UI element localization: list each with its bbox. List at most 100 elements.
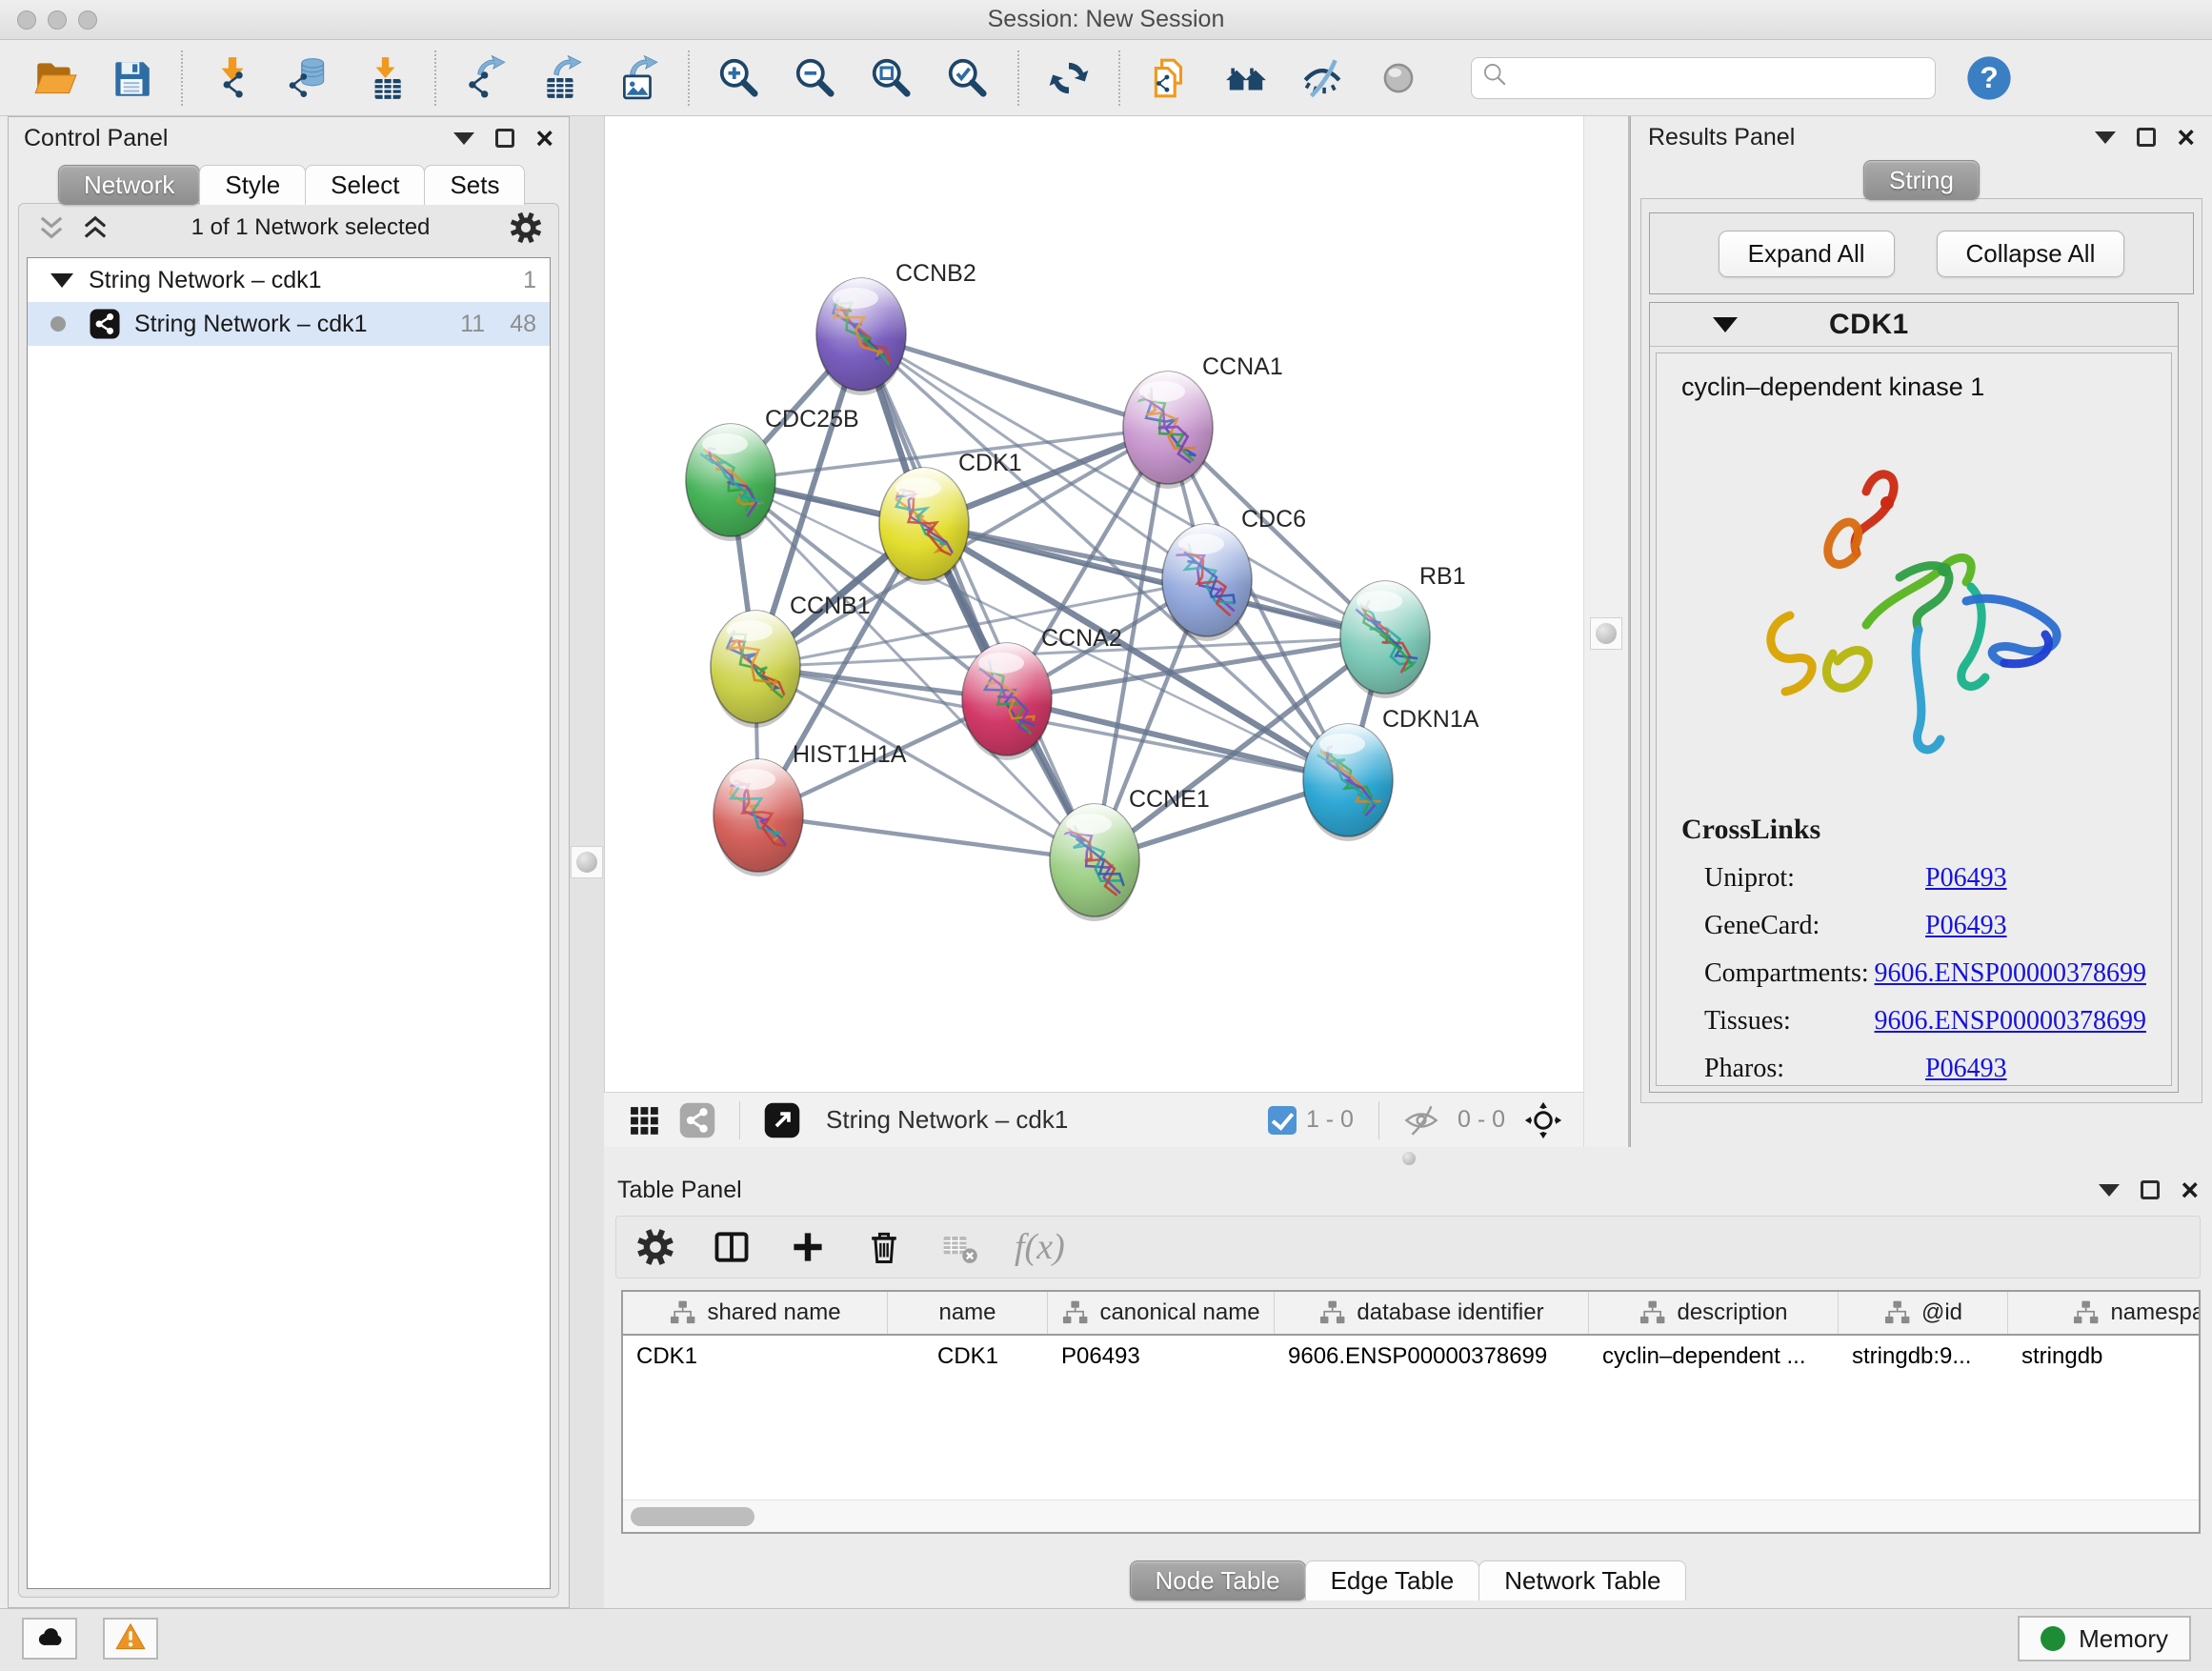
help-icon[interactable]: ? [1964,53,2014,103]
float-panel-icon[interactable] [2141,1180,2160,1199]
home-network-icon[interactable] [1221,53,1271,103]
warnings-button[interactable] [103,1618,158,1660]
zoom-in-icon[interactable] [714,53,764,103]
close-panel-icon[interactable]: × [535,129,553,148]
horizontal-splitter-handle[interactable] [1402,1152,1416,1165]
node-CCNE1[interactable]: CCNE1 [1050,786,1210,921]
crosslink-link[interactable]: P06493 [1925,911,2007,941]
network-collection-row[interactable]: String Network – cdk1 1 [28,258,550,302]
delete-column-icon[interactable] [862,1225,906,1269]
left-splitter-handle[interactable] [571,846,603,878]
left-splitter[interactable] [570,116,604,1608]
column-header-namespace[interactable]: namespace [2008,1292,2201,1334]
network-overview-icon[interactable] [676,1099,718,1141]
tab-network[interactable]: Network [58,165,200,205]
edge-CCNB2-CCNA1[interactable] [861,334,1168,428]
gear-icon[interactable] [509,211,543,245]
table-row[interactable]: CDK1CDK1P064939606.ENSP00000378699cyclin… [623,1336,2199,1379]
right-splitter[interactable] [1583,116,1630,1147]
collapse-all-icon[interactable] [34,211,69,245]
node-CCNB2[interactable]: CCNB2 [816,260,976,395]
horizontal-splitter[interactable] [604,1147,2212,1170]
collapse-triangle-icon[interactable] [1713,317,1738,332]
export-table-icon[interactable] [537,53,587,103]
table-horizontal-scrollbar[interactable] [623,1500,2199,1532]
crosslink-link[interactable]: P06493 [1925,863,2007,894]
tab-network-table[interactable]: Network Table [1478,1560,1686,1601]
network-canvas[interactable]: CCNB2CCNA1CDC25BCDK1CDC6RB1CCNB1CCNA2CDK… [604,116,1583,1092]
table-cell[interactable]: stringdb [2008,1336,2201,1379]
zoom-out-icon[interactable] [791,53,840,103]
show-eye-icon[interactable] [1374,53,1423,103]
panel-menu-icon[interactable] [2095,131,2116,144]
gene-section-header[interactable]: CDK1 [1650,303,2178,347]
column-header-canonical-name[interactable]: canonical name [1048,1292,1275,1334]
detach-view-icon[interactable] [761,1099,803,1141]
tab-string[interactable]: String [1863,160,1980,200]
import-table-icon[interactable] [360,53,410,103]
edge-CCNE1-HIST1H1A[interactable] [758,815,1095,860]
save-session-icon[interactable] [107,53,156,103]
tab-style[interactable]: Style [199,165,306,205]
node-CDKN1A[interactable]: CDKN1A [1303,706,1479,841]
node-CDC25B[interactable]: CDC25B [686,406,859,541]
column-header-shared-name[interactable]: shared name [623,1292,888,1334]
search-input[interactable] [1518,64,1925,91]
hide-eye-icon[interactable] [1297,53,1347,103]
table-cell[interactable]: CDK1 [623,1336,888,1379]
network-label: String Network – cdk1 [134,311,435,338]
birds-eye-view-icon[interactable] [623,1099,665,1141]
table-cell[interactable]: stringdb:9... [1839,1336,2008,1379]
zoom-selected-icon[interactable] [943,53,993,103]
column-header-description[interactable]: description [1589,1292,1839,1334]
expand-all-button[interactable]: Expand All [1719,231,1895,277]
close-panel-icon[interactable]: × [2181,1180,2199,1199]
column-header-database-identifier[interactable]: database identifier [1275,1292,1589,1334]
open-folder-icon[interactable] [30,53,80,103]
export-image-icon[interactable] [613,53,663,103]
import-network-icon[interactable] [208,53,257,103]
collapse-all-button[interactable]: Collapse All [1937,231,2125,277]
add-column-icon[interactable] [786,1225,830,1269]
crosslink-link[interactable]: 9606.ENSP00000378699 [1875,1006,2146,1037]
scrollbar-thumb[interactable] [631,1507,754,1526]
cloud-status-button[interactable] [22,1618,77,1660]
fit-selected-icon[interactable] [1522,1099,1564,1141]
column-header-@id[interactable]: @id [1839,1292,2008,1334]
node-CDC6[interactable]: CDC6 [1162,506,1306,641]
table-cell[interactable]: P06493 [1048,1336,1275,1379]
expand-all-icon[interactable] [78,211,112,245]
memory-button[interactable]: Memory [2018,1616,2191,1661]
node-CCNA1[interactable]: CCNA1 [1123,353,1283,489]
float-panel-icon[interactable] [2137,128,2156,147]
show-columns-icon[interactable] [710,1225,754,1269]
table-cell[interactable]: cyclin–dependent ... [1589,1336,1839,1379]
float-panel-icon[interactable] [495,129,514,148]
right-splitter-handle[interactable] [1590,617,1622,650]
crosslink-link[interactable]: P06493 [1925,1054,2007,1084]
table-settings-icon[interactable] [633,1225,677,1269]
tab-select[interactable]: Select [305,165,425,205]
import-database-icon[interactable] [284,53,333,103]
crosslink-link[interactable]: 9606.ENSP00000378699 [1875,958,2146,989]
panel-menu-icon[interactable] [453,132,474,145]
node-HIST1H1A[interactable]: HIST1H1A [714,741,907,876]
refresh-icon[interactable] [1044,53,1094,103]
edge-CCNB2-CCNE1[interactable] [861,334,1095,860]
close-panel-icon[interactable]: × [2177,128,2195,147]
network-row[interactable]: String Network – cdk1 11 48 [28,302,550,346]
tab-sets[interactable]: Sets [424,165,525,205]
tab-edge-table[interactable]: Edge Table [1305,1560,1480,1601]
node-RB1[interactable]: RB1 [1340,563,1466,698]
export-network-icon[interactable] [461,53,511,103]
column-header-name[interactable]: name [888,1292,1048,1334]
node-CDK1[interactable]: CDK1 [879,450,1022,585]
panel-menu-icon[interactable] [2099,1184,2120,1197]
copy-document-icon[interactable] [1145,53,1195,103]
table-cell[interactable]: CDK1 [888,1336,1048,1379]
zoom-fit-icon[interactable] [867,53,916,103]
expanded-triangle-icon[interactable] [50,273,73,288]
table-cell[interactable]: 9606.ENSP00000378699 [1275,1336,1589,1379]
tab-node-table[interactable]: Node Table [1130,1560,1306,1601]
selected-checkbox[interactable] [1268,1106,1297,1135]
